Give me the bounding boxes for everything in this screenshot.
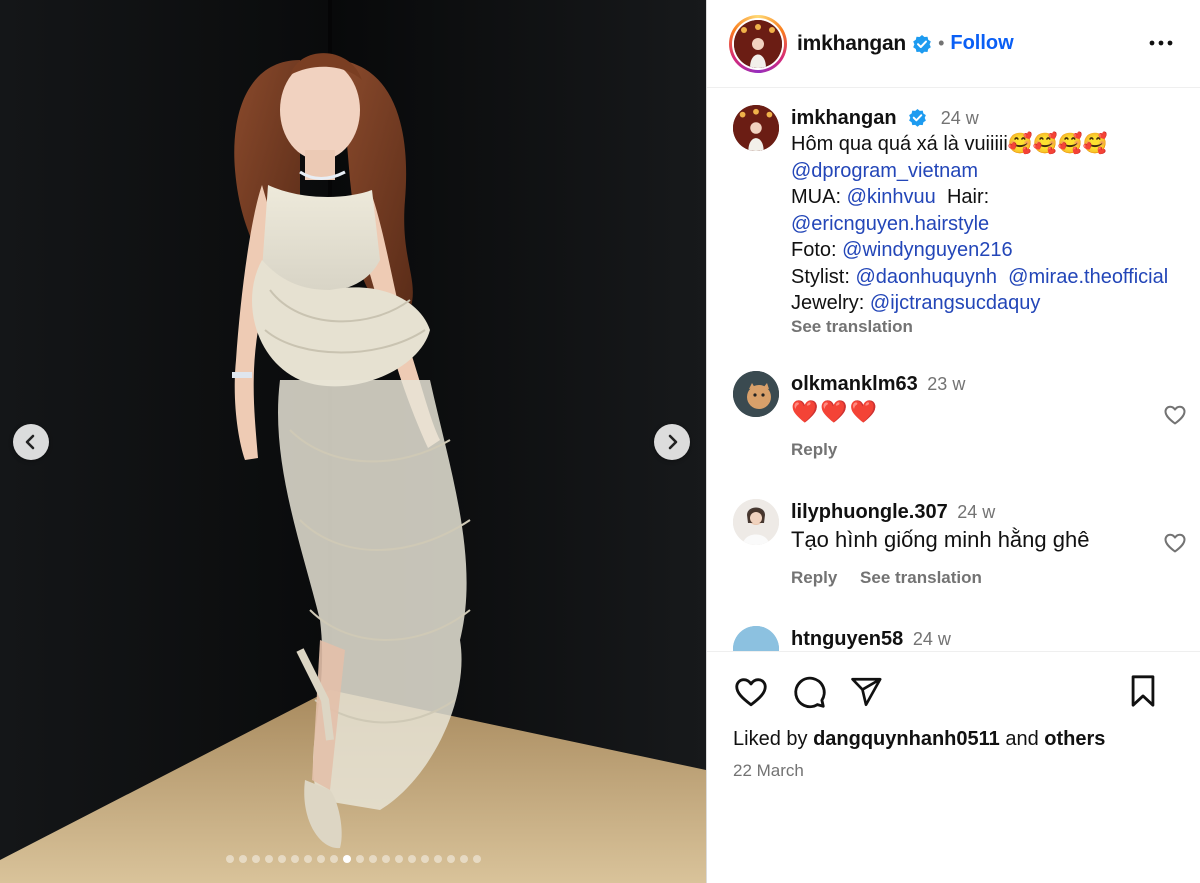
heart-icon[interactable] [1163,403,1187,432]
comment-time[interactable]: 24 w [913,629,951,649]
heart-icon[interactable] [1163,531,1187,560]
slide-dot [381,855,390,863]
comment-username[interactable]: lilyphuongle.307 [791,501,948,523]
slide-dot [459,855,468,863]
chevron-right-icon [668,434,678,450]
slide-dot [290,855,299,863]
mention-link[interactable]: @dprogram_vietnam [791,160,978,182]
post-actions: Liked by dangquynhanh0511 and others 22 … [707,651,1200,781]
mention-link[interactable]: @windynguyen216 [842,239,1012,261]
slide-dot [472,855,481,863]
post-details-panel: imkhangan • Follow imkhangan 24 w Hôm qu… [706,0,1200,883]
see-translation-button[interactable]: See translation [860,568,982,587]
heart-icon[interactable] [733,674,769,710]
follow-button[interactable]: Follow [950,32,1013,55]
comment-avatar[interactable] [733,626,779,651]
caption-label: Jewelry: [791,292,865,314]
comment-item: htnguyen58 24 w [733,626,1183,651]
slide-dot [277,855,286,863]
bookmark-icon[interactable] [1127,674,1159,713]
caption-label: Hair: [946,186,990,208]
caption-username[interactable]: imkhangan [791,107,897,129]
post-photo [0,0,706,883]
author-avatar[interactable] [729,14,787,73]
avatar-image [733,105,779,151]
comment-avatar[interactable] [733,499,779,545]
comment-username[interactable]: htnguyen58 [791,628,903,650]
header-separator: • [938,33,945,53]
more-options-icon[interactable] [1148,30,1174,61]
slide-dot [342,855,351,863]
slide-dot [420,855,429,863]
mention-link[interactable]: @mirae.theofficial [1008,266,1168,288]
comment-text: ❤️❤️❤️ [791,399,880,424]
slide-dot [238,855,247,863]
caption-label: Stylist: [791,265,850,288]
verified-badge-icon [908,108,927,127]
avatar-image [733,499,779,545]
photo-scene [0,0,706,883]
next-slide-button[interactable] [654,424,690,460]
chevron-left-icon [25,434,35,450]
comment-text: Tạo hình giống minh hằng ghê [791,527,1090,552]
slide-dot [433,855,442,863]
comments-list[interactable]: imkhangan 24 w Hôm qua quá xá là vuiiiii… [707,89,1200,651]
author-username[interactable]: imkhangan [797,32,906,56]
reply-button[interactable]: Reply [791,568,837,587]
caption-label: MUA: [791,186,841,208]
slide-dot [225,855,234,863]
share-icon[interactable] [849,675,883,709]
caption-label: Foto: [791,239,837,261]
mention-link[interactable]: @daonhuquynh [855,266,997,288]
caption-time[interactable]: 24 w [941,108,979,128]
comment-time[interactable]: 24 w [957,502,995,522]
post-date[interactable]: 22 March [733,761,1175,781]
post-header: imkhangan • Follow [707,0,1200,88]
slide-dot [446,855,455,863]
comment-item: olkmanklm63 23 w ❤️❤️❤️ Reply [733,371,1186,460]
slide-dot [368,855,377,863]
slide-dot [303,855,312,863]
slide-dot [394,855,403,863]
see-translation-button[interactable]: See translation [791,317,913,336]
previous-slide-button[interactable] [13,424,49,460]
verified-badge-icon [912,34,932,54]
mention-link[interactable]: @kinhvuu [847,186,936,208]
caption: imkhangan 24 w Hôm qua quá xá là vuiiiii… [733,105,1183,337]
reply-button[interactable]: Reply [791,440,837,459]
comment-username[interactable]: olkmanklm63 [791,373,918,395]
comment-icon[interactable] [791,674,827,710]
avatar-image [733,371,779,417]
comment-avatar[interactable] [733,371,779,417]
slide-dot [251,855,260,863]
slide-dot [316,855,325,863]
mention-link[interactable]: @ericnguyen.hairstyle [791,213,989,235]
slide-dot [407,855,416,863]
caption-text: Hôm qua quá xá là vuiiiii🥰🥰🥰🥰 [791,133,1108,155]
caption-avatar[interactable] [733,105,779,151]
comment-time[interactable]: 23 w [927,374,965,394]
mention-link[interactable]: @ijctrangsucdaquy [870,292,1040,314]
comment-item: lilyphuongle.307 24 w Tạo hình giống min… [733,499,1186,588]
slide-dot [355,855,364,863]
avatar-image [733,626,779,651]
slide-dot [264,855,273,863]
avatar-image [734,19,782,68]
slide-indicator [0,855,706,863]
slide-dot [329,855,338,863]
